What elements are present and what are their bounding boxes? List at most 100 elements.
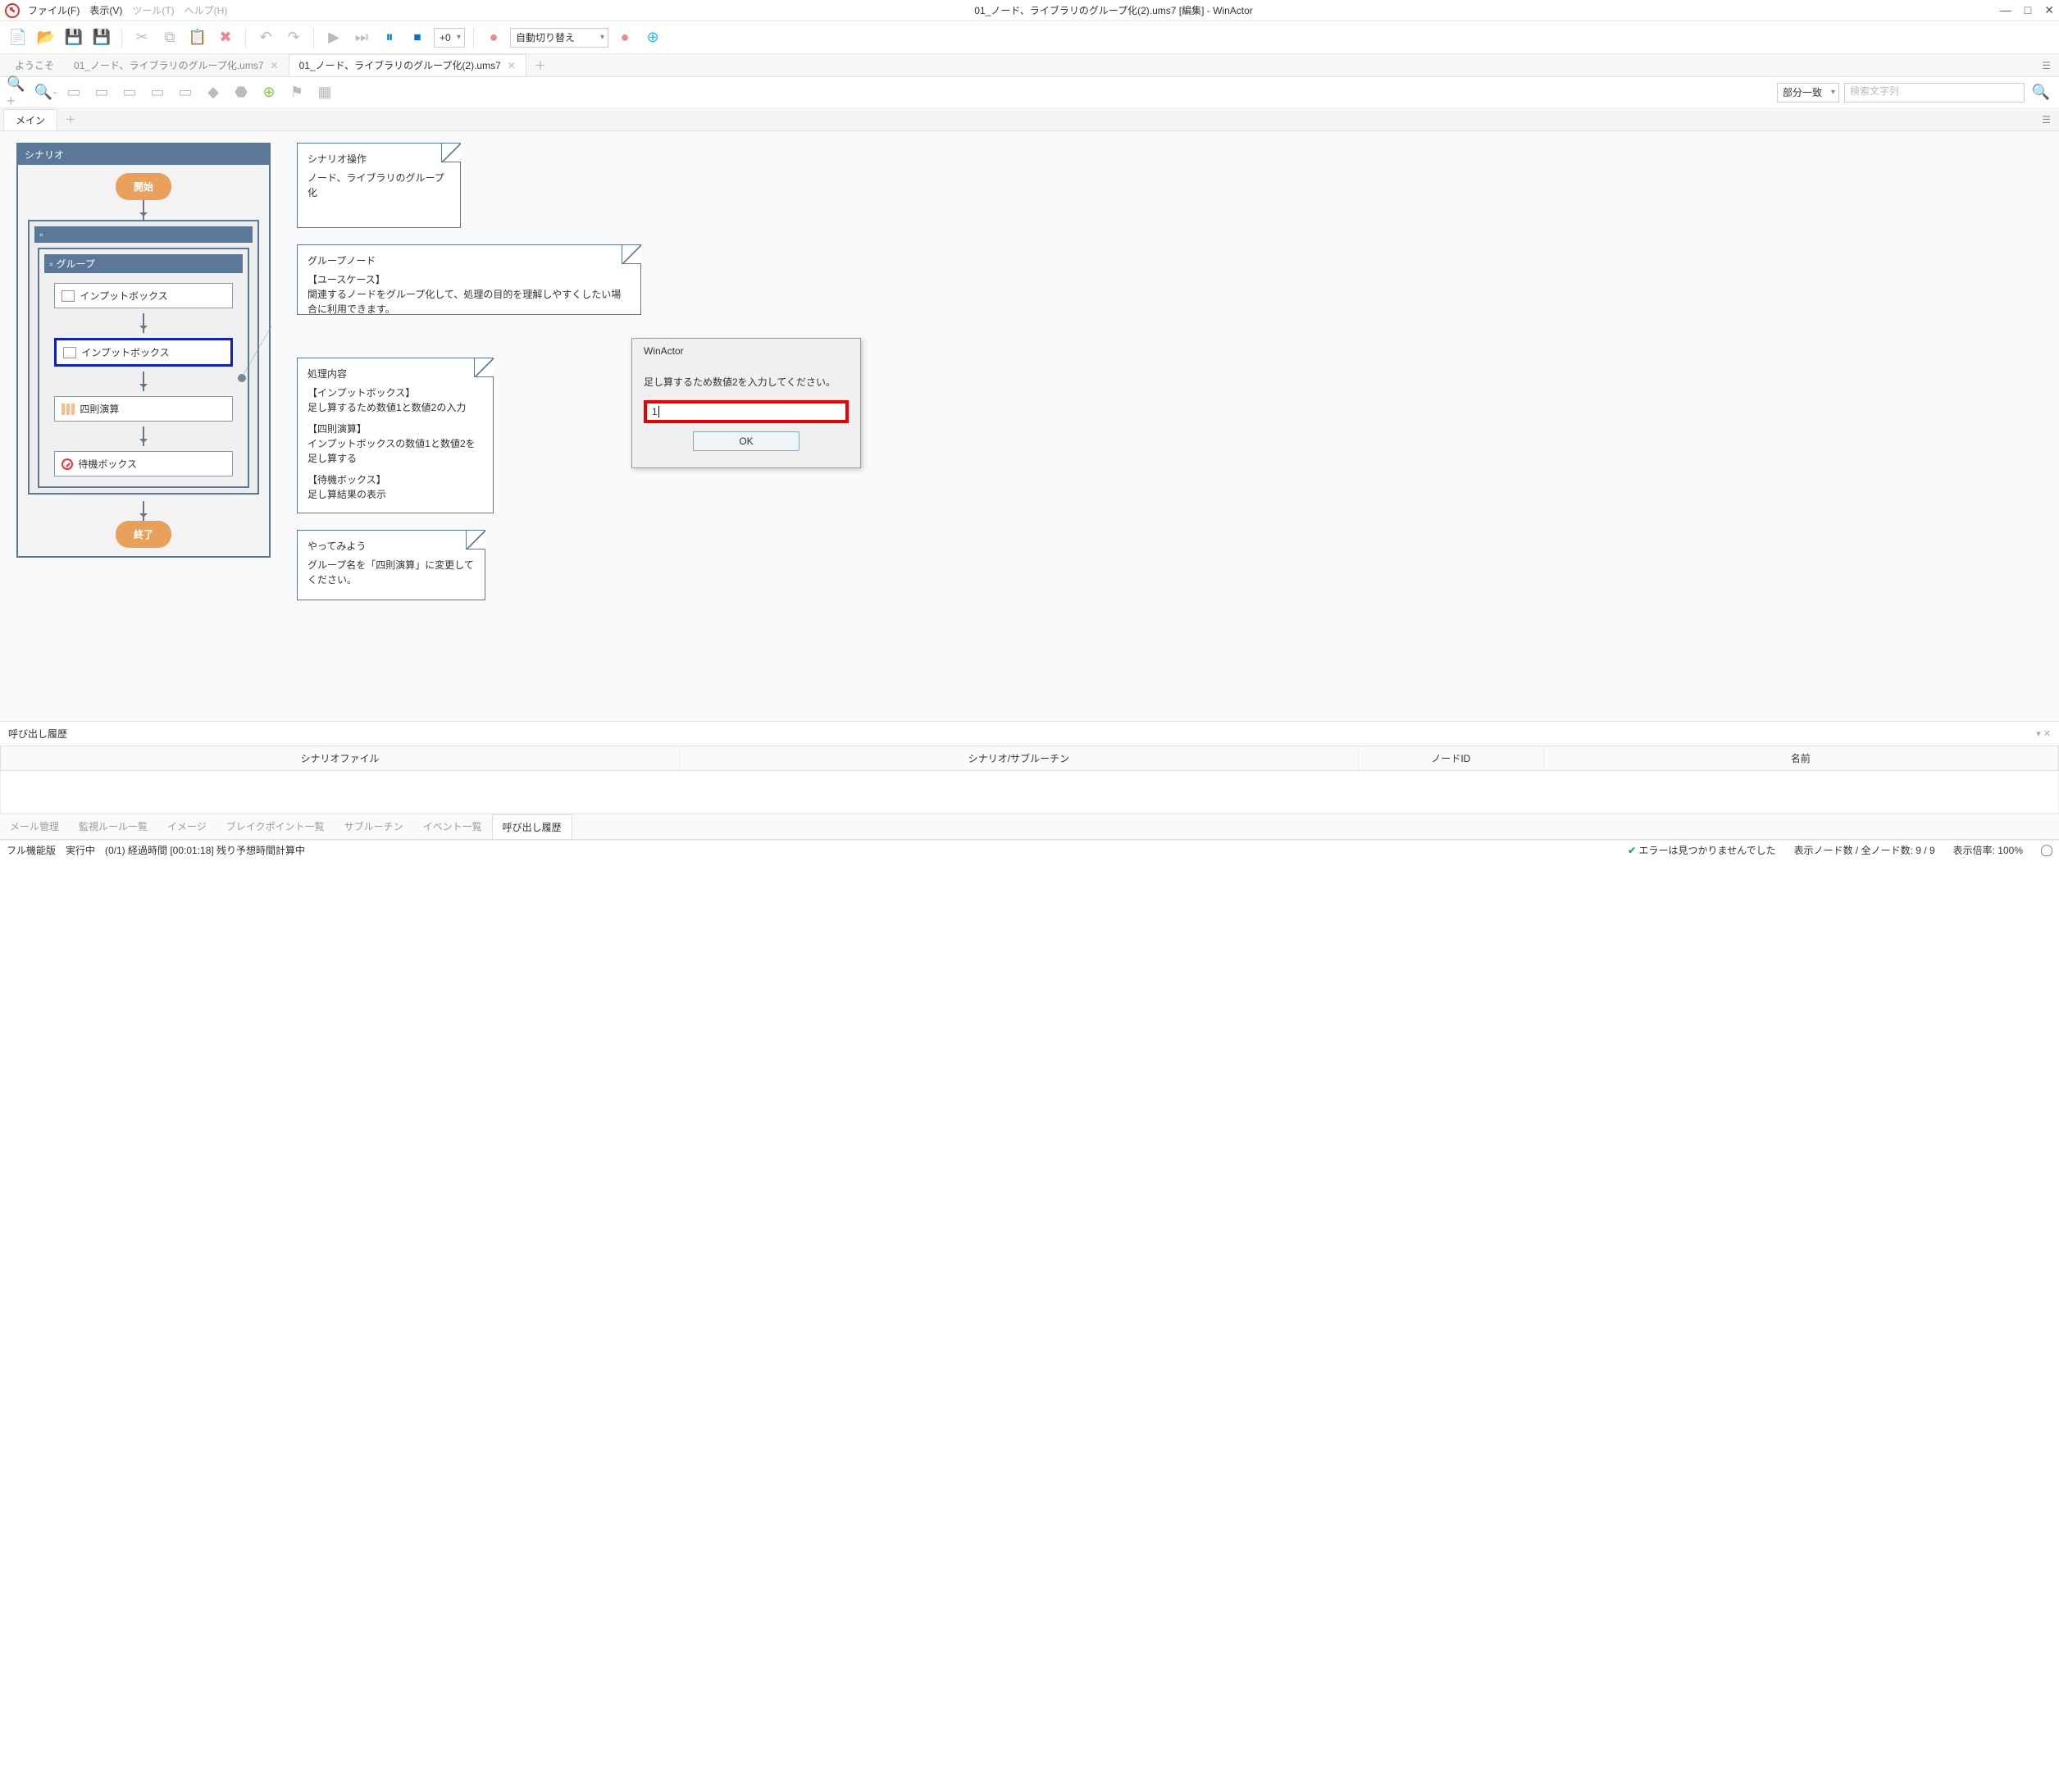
node-calc[interactable]: 四則演算: [54, 396, 232, 422]
zoom-out-icon[interactable]: 🔍-: [34, 81, 57, 104]
add-inner-tab-button[interactable]: ＋: [57, 112, 84, 126]
grid-icon: ▦: [313, 81, 336, 104]
col-scenario-file[interactable]: シナリオファイル: [1, 746, 680, 770]
record2-icon[interactable]: ●: [613, 26, 636, 49]
pause-icon[interactable]: ⏸: [378, 26, 401, 49]
btab-breakpoints[interactable]: ブレイクポイント一覧: [216, 814, 335, 839]
note-body: ノード、ライブラリのグループ化: [307, 171, 450, 200]
col-name[interactable]: 名前: [1544, 746, 2058, 770]
step-icon: ⏭: [350, 26, 373, 49]
main-toolbar: 📄 📂 💾 💾 ✂ ⧉ 📋 ✖ ↶ ↷ ▶ ⏭ ⏸ ⏹ +0 ● 自動切り替え …: [0, 21, 2059, 54]
end-node[interactable]: 終了: [116, 521, 171, 548]
btab-image[interactable]: イメージ: [157, 814, 216, 839]
tab-main[interactable]: メイン: [3, 109, 57, 130]
stop-icon[interactable]: ⏹: [406, 26, 429, 49]
note-process[interactable]: 処理内容 【インプットボックス】 足し算するため数値1と数値2の入力 【四則演算…: [297, 358, 494, 513]
btab-subroutine[interactable]: サブルーチン: [335, 814, 413, 839]
group-header[interactable]: ▫ グループ: [44, 254, 243, 273]
record-icon[interactable]: ●: [482, 26, 505, 49]
btab-watch[interactable]: 監視ルール一覧: [69, 814, 157, 839]
app-logo-icon: ⬉: [5, 3, 20, 18]
close-icon[interactable]: ✕: [508, 60, 516, 71]
zoom-in-icon[interactable]: 🔍+: [7, 81, 30, 104]
flowchart-canvas[interactable]: シナリオ 開始 ▫ ▫ グループ インプットボックス インプットボックス 四則演…: [0, 131, 2059, 722]
btab-callhistory[interactable]: 呼び出し履歴: [492, 814, 572, 839]
note-title: グループノード: [307, 253, 631, 267]
save-icon: 💾: [62, 26, 85, 49]
call-history-columns: シナリオファイル シナリオ/サブルーチン ノードID 名前: [0, 746, 2059, 771]
note-fold-icon: [474, 358, 494, 377]
mode-combo[interactable]: 自動切り替え: [510, 28, 608, 48]
delete-icon[interactable]: ✖: [214, 26, 237, 49]
node-inputbox-1[interactable]: インプットボックス: [54, 283, 232, 308]
arrow-icon: [143, 200, 144, 220]
tool-d-icon: ▭: [174, 81, 197, 104]
note-line: 足し算するため数値1と数値2の入力: [307, 400, 483, 415]
editor-toolbar: 🔍+ 🔍- ▭ ▭ ▭ ▭ ▭ ◆ ⬣ ⊕ ⚑ ▦ 部分一致 検索文字列 🔍: [0, 77, 2059, 108]
start-node[interactable]: 開始: [116, 173, 171, 200]
saveall-icon: 💾: [90, 26, 113, 49]
scenario-container[interactable]: シナリオ 開始 ▫ ▫ グループ インプットボックス インプットボックス 四則演…: [16, 143, 271, 558]
btab-mail[interactable]: メール管理: [0, 814, 69, 839]
note-fold-icon: [441, 143, 461, 162]
arrow-icon: [143, 501, 144, 521]
tab-doc2[interactable]: 01_ノード、ライブラリのグループ化(2).ums7✕: [289, 54, 526, 76]
play-icon: ▶: [322, 26, 345, 49]
inner-group[interactable]: ▫ グループ インプットボックス インプットボックス 四則演算 待機ボックス: [38, 248, 249, 488]
search-input[interactable]: 検索文字列: [1844, 83, 2025, 103]
dialog-title: WinActor: [632, 339, 860, 363]
note-line: インプットボックスの数値1と数値2を足し算する: [307, 436, 483, 466]
target-icon[interactable]: ⊕: [641, 26, 664, 49]
chevron-down-icon[interactable]: ▾: [2036, 729, 2041, 739]
note-line: 【四則演算】: [307, 422, 483, 436]
note-group-node[interactable]: グループノード 【ユースケース】 関連するノードをグループ化して、処理の目的を理…: [297, 244, 641, 315]
node-inputbox-2[interactable]: インプットボックス: [54, 338, 232, 367]
search-mode-combo[interactable]: 部分一致: [1777, 83, 1839, 103]
menu-file[interactable]: ファイル(F): [28, 3, 80, 17]
note-scenario-op[interactable]: シナリオ操作 ノード、ライブラリのグループ化: [297, 143, 461, 228]
minimize-icon[interactable]: —: [2000, 3, 2011, 17]
connector-dot-icon: [238, 374, 246, 382]
bottom-tabs: メール管理 監視ルール一覧 イメージ ブレイクポイント一覧 サブルーチン イベン…: [0, 814, 2059, 840]
note-body: グループ名を「四則演算」に変更してください。: [307, 558, 475, 587]
col-node-id[interactable]: ノードID: [1359, 746, 1544, 770]
flag-icon: ⚑: [285, 81, 308, 104]
titlebar: ⬉ ファイル(F) 表示(V) ツール(T) ヘルプ(H) 01_ノード、ライブ…: [0, 0, 2059, 21]
menu-tool: ツール(T): [132, 3, 174, 17]
col-subroutine[interactable]: シナリオ/サブルーチン: [680, 746, 1359, 770]
ok-button[interactable]: OK: [693, 431, 799, 451]
tabs-menu-icon[interactable]: ☰: [2034, 60, 2059, 71]
menu-view[interactable]: 表示(V): [89, 3, 122, 17]
open-icon: 📂: [34, 26, 57, 49]
status-left: フル機能版 実行中 (0/1) 経過時間 [00:01:18] 残り予想時間計算…: [7, 843, 305, 857]
tab-doc1[interactable]: 01_ノード、ライブラリのグループ化.ums7✕: [64, 55, 289, 75]
maximize-icon[interactable]: □: [2025, 3, 2031, 17]
dialog-input[interactable]: 1: [644, 400, 849, 423]
node-wait[interactable]: 待機ボックス: [54, 451, 232, 476]
arrow-icon: [143, 313, 144, 333]
btab-events[interactable]: イベント一覧: [413, 814, 492, 839]
add-tab-button[interactable]: ＋: [526, 57, 554, 74]
close-icon[interactable]: ✕: [2044, 3, 2054, 17]
search-icon[interactable]: 🔍: [2029, 81, 2052, 104]
note-line: 足し算結果の表示: [307, 487, 483, 502]
tool-a-icon: ▭: [90, 81, 113, 104]
status-error: エラーは見つかりませんでした: [1639, 845, 1776, 856]
add-node-icon: ⊕: [257, 81, 280, 104]
call-history-header: 呼び出し履歴 ▾ ✕: [0, 722, 2059, 746]
outer-group[interactable]: ▫ ▫ グループ インプットボックス インプットボックス 四則演算 待機ボックス: [28, 220, 259, 495]
note-try[interactable]: やってみよう グループ名を「四則演算」に変更してください。: [297, 530, 485, 600]
collapse-icon[interactable]: ▫: [34, 226, 253, 243]
status-zoom: 表示倍率: 100%: [1953, 843, 2023, 857]
tool-f-icon: ⬣: [230, 81, 253, 104]
panel-close-icon[interactable]: ✕: [2043, 729, 2051, 739]
tab-welcome[interactable]: ようこそ: [5, 55, 64, 75]
status-nodes: 表示ノード数 / 全ノード数: 9 / 9: [1794, 843, 1935, 857]
dialog-message: 足し算するため数値2を入力してください。: [644, 375, 849, 389]
close-icon[interactable]: ✕: [271, 60, 279, 71]
bell-icon[interactable]: [2041, 845, 2052, 856]
inner-tabs-menu-icon[interactable]: ☰: [2034, 114, 2059, 125]
speed-combo[interactable]: +0: [434, 28, 465, 48]
fit-icon: ▭: [62, 81, 85, 104]
note-title: やってみよう: [307, 539, 475, 553]
